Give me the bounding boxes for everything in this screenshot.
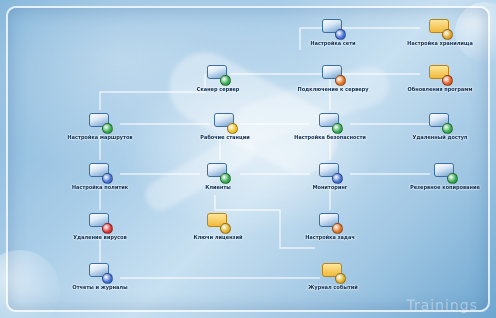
diagram-canvas: Настройка сети Настройка хранилища Сканер …	[0, 0, 496, 318]
frame-border	[6, 6, 490, 312]
